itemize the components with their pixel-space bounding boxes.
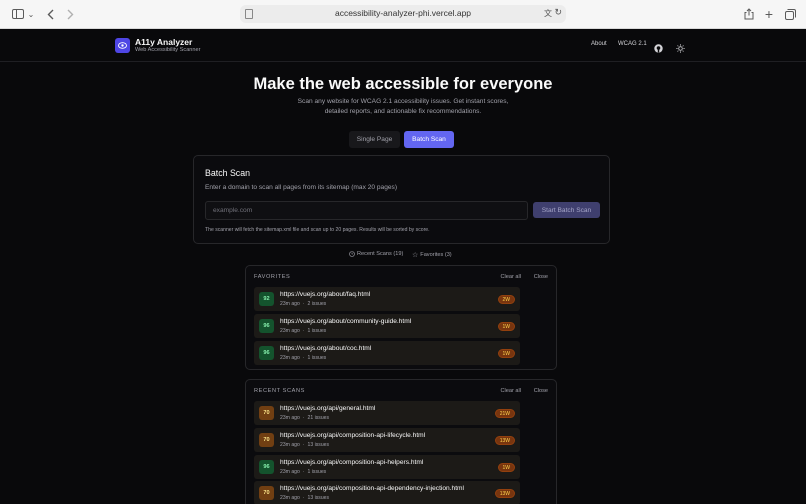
recent-scans-toggle-label: Recent Scans (19) xyxy=(357,251,404,257)
hero-title: Make the web accessible for everyone xyxy=(253,75,553,93)
score-badge: 96 xyxy=(259,319,274,333)
favorites-panel: FAVORITES Clear all Close 92 https://vue… xyxy=(245,265,557,370)
sidebar-toggle-icon[interactable] xyxy=(11,6,24,22)
domain-input[interactable] xyxy=(205,201,528,220)
favorites-clear-all-button[interactable]: Clear all xyxy=(500,274,521,280)
warning-count-badge: 1W xyxy=(497,322,515,331)
scan-meta: 23m ago · 13 issues xyxy=(280,495,330,501)
browser-toolbar: ⌄ accessibility-analyzer-phi.vercel.app … xyxy=(0,0,806,29)
recent-clear-all-button[interactable]: Clear all xyxy=(500,388,521,394)
brand-subtitle: Web Accessibility Scanner xyxy=(135,47,201,53)
scan-issues: 2 issues xyxy=(307,301,327,307)
warning-count-badge: 13W xyxy=(494,489,515,498)
score-badge: 92 xyxy=(259,292,274,306)
recent-scans-heading: RECENT SCANS xyxy=(254,388,305,394)
scan-meta: 23m ago · 1 issues xyxy=(280,355,327,361)
scan-url[interactable]: https://vuejs.org/api/composition-api-de… xyxy=(280,485,464,492)
favorites-toggle[interactable]: ☆ Favorites (3) xyxy=(412,251,452,259)
warning-count-badge: 13W xyxy=(494,436,515,445)
score-badge: 96 xyxy=(259,346,274,360)
scan-issues: 13 issues xyxy=(307,442,330,448)
scan-issues: 13 issues xyxy=(307,495,330,501)
scan-time: 23m ago xyxy=(280,469,300,475)
batch-scan-card: Batch Scan Enter a domain to scan all pa… xyxy=(193,155,610,244)
warning-count-badge: 1W xyxy=(497,463,515,472)
list-item[interactable]: 70 https://vuejs.org/api/general.html 23… xyxy=(254,401,520,425)
forward-icon[interactable] xyxy=(65,6,75,22)
scan-time: 23m ago xyxy=(280,301,300,307)
chevron-down-icon[interactable]: ⌄ xyxy=(27,6,35,22)
scan-url[interactable]: https://vuejs.org/about/faq.html xyxy=(280,291,370,298)
recent-scans-toggle[interactable]: Recent Scans (19) xyxy=(349,251,403,257)
scan-url[interactable]: https://vuejs.org/api/composition-api-li… xyxy=(280,432,425,439)
brand-title[interactable]: A11y Analyzer xyxy=(135,37,192,47)
score-badge: 70 xyxy=(259,433,274,447)
address-bar[interactable]: accessibility-analyzer-phi.vercel.app 文 … xyxy=(240,5,566,23)
new-tab-icon[interactable]: + xyxy=(764,6,774,22)
recent-scans-panel: RECENT SCANS Clear all Close 70 https://… xyxy=(245,379,557,504)
score-badge: 96 xyxy=(259,460,274,474)
batch-scan-note: The scanner will fetch the sitemap.xml f… xyxy=(205,227,430,233)
scan-meta: 23m ago · 1 issues xyxy=(280,328,327,334)
scan-issues: 21 issues xyxy=(307,415,330,421)
scan-url[interactable]: https://vuejs.org/api/composition-api-he… xyxy=(280,459,423,466)
warning-count-badge: 2W xyxy=(497,295,515,304)
tabs-overview-icon[interactable] xyxy=(785,6,796,22)
github-icon[interactable] xyxy=(654,40,663,53)
reload-icon[interactable]: ↻ xyxy=(554,7,562,18)
tab-batch-scan[interactable]: Batch Scan xyxy=(404,131,454,148)
share-icon[interactable] xyxy=(744,6,754,22)
hero-description: Scan any website for WCAG 2.1 accessibil… xyxy=(297,98,509,115)
favorites-toggle-label: Favorites (3) xyxy=(420,252,452,258)
list-item[interactable]: 96 https://vuejs.org/api/composition-api… xyxy=(254,455,520,479)
scan-url[interactable]: https://vuejs.org/about/community-guide.… xyxy=(280,318,411,325)
scan-meta: 23m ago · 1 issues xyxy=(280,469,327,475)
list-item[interactable]: 70 https://vuejs.org/api/composition-api… xyxy=(254,481,520,504)
warning-count-badge: 1W xyxy=(497,349,515,358)
warning-count-badge: 21W xyxy=(494,409,515,418)
scan-issues: 1 issues xyxy=(307,469,327,475)
recent-close-button[interactable]: Close xyxy=(534,388,548,394)
scan-time: 23m ago xyxy=(280,355,300,361)
scan-issues: 1 issues xyxy=(307,355,327,361)
scan-time: 23m ago xyxy=(280,442,300,448)
app-header: A11y Analyzer Web Accessibility Scanner … xyxy=(0,29,806,62)
address-url[interactable]: accessibility-analyzer-phi.vercel.app xyxy=(240,8,566,18)
batch-scan-title: Batch Scan xyxy=(205,168,250,178)
nav-about-link[interactable]: About xyxy=(591,41,607,47)
scan-time: 23m ago xyxy=(280,415,300,421)
scan-time: 23m ago xyxy=(280,495,300,501)
scan-meta: 23m ago · 13 issues xyxy=(280,442,330,448)
scan-url[interactable]: https://vuejs.org/api/general.html xyxy=(280,405,375,412)
scan-issues: 1 issues xyxy=(307,328,327,334)
list-item[interactable]: 96 https://vuejs.org/about/community-gui… xyxy=(254,314,520,338)
tab-single-page[interactable]: Single Page xyxy=(349,131,400,148)
theme-toggle-icon[interactable] xyxy=(676,40,685,53)
list-item[interactable]: 92 https://vuejs.org/about/faq.html 23m … xyxy=(254,287,520,311)
app-logo-icon[interactable] xyxy=(115,38,130,53)
score-badge: 70 xyxy=(259,406,274,420)
back-icon[interactable] xyxy=(45,6,55,22)
score-badge: 70 xyxy=(259,486,274,500)
scan-url[interactable]: https://vuejs.org/about/coc.html xyxy=(280,345,371,352)
batch-scan-description: Enter a domain to scan all pages from it… xyxy=(205,184,398,191)
star-icon: ☆ xyxy=(412,252,419,259)
clock-icon xyxy=(349,251,355,257)
list-item[interactable]: 96 https://vuejs.org/about/coc.html 23m … xyxy=(254,341,520,365)
start-batch-scan-button[interactable]: Start Batch Scan xyxy=(533,202,600,218)
nav-wcag-link[interactable]: WCAG 2.1 xyxy=(618,41,647,47)
favorites-heading: FAVORITES xyxy=(254,274,291,280)
scan-time: 23m ago xyxy=(280,328,300,334)
favorites-close-button[interactable]: Close xyxy=(534,274,548,280)
scan-meta: 23m ago · 21 issues xyxy=(280,415,330,421)
list-item[interactable]: 70 https://vuejs.org/api/composition-api… xyxy=(254,428,520,452)
translate-icon[interactable]: 文 xyxy=(544,8,552,19)
scan-meta: 23m ago · 2 issues xyxy=(280,301,327,307)
